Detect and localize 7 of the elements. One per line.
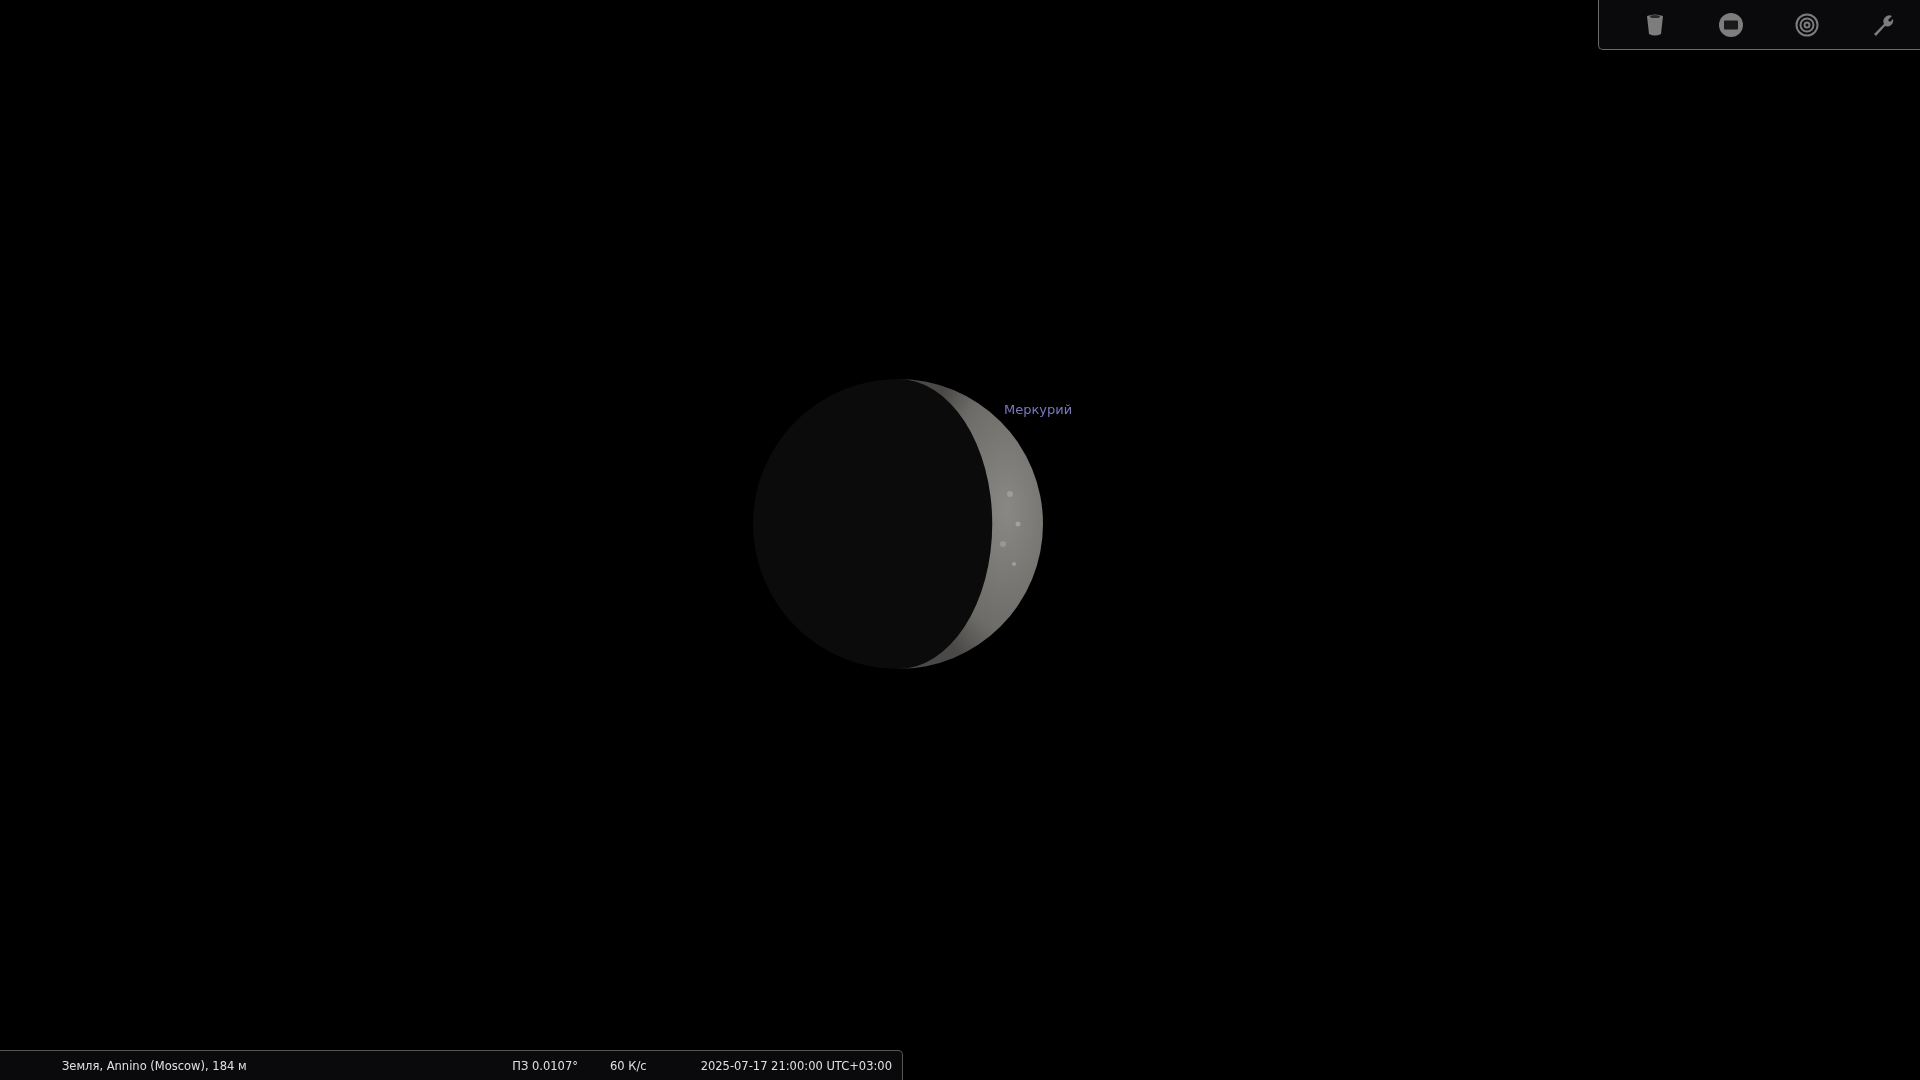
- target-icon[interactable]: [1795, 12, 1819, 37]
- date-time-text: 2025-07-17 21:00:00 UTC+03:00: [700, 1058, 892, 1073]
- field-of-view-text: ПЗ 0.0107°: [512, 1058, 578, 1073]
- location-text: Земля, Annino (Moscow), 184 м: [62, 1058, 247, 1073]
- screen-icon[interactable]: [1719, 12, 1743, 37]
- fps-text: 60 К/с: [609, 1058, 647, 1073]
- planet-label: Меркурий: [1004, 402, 1073, 417]
